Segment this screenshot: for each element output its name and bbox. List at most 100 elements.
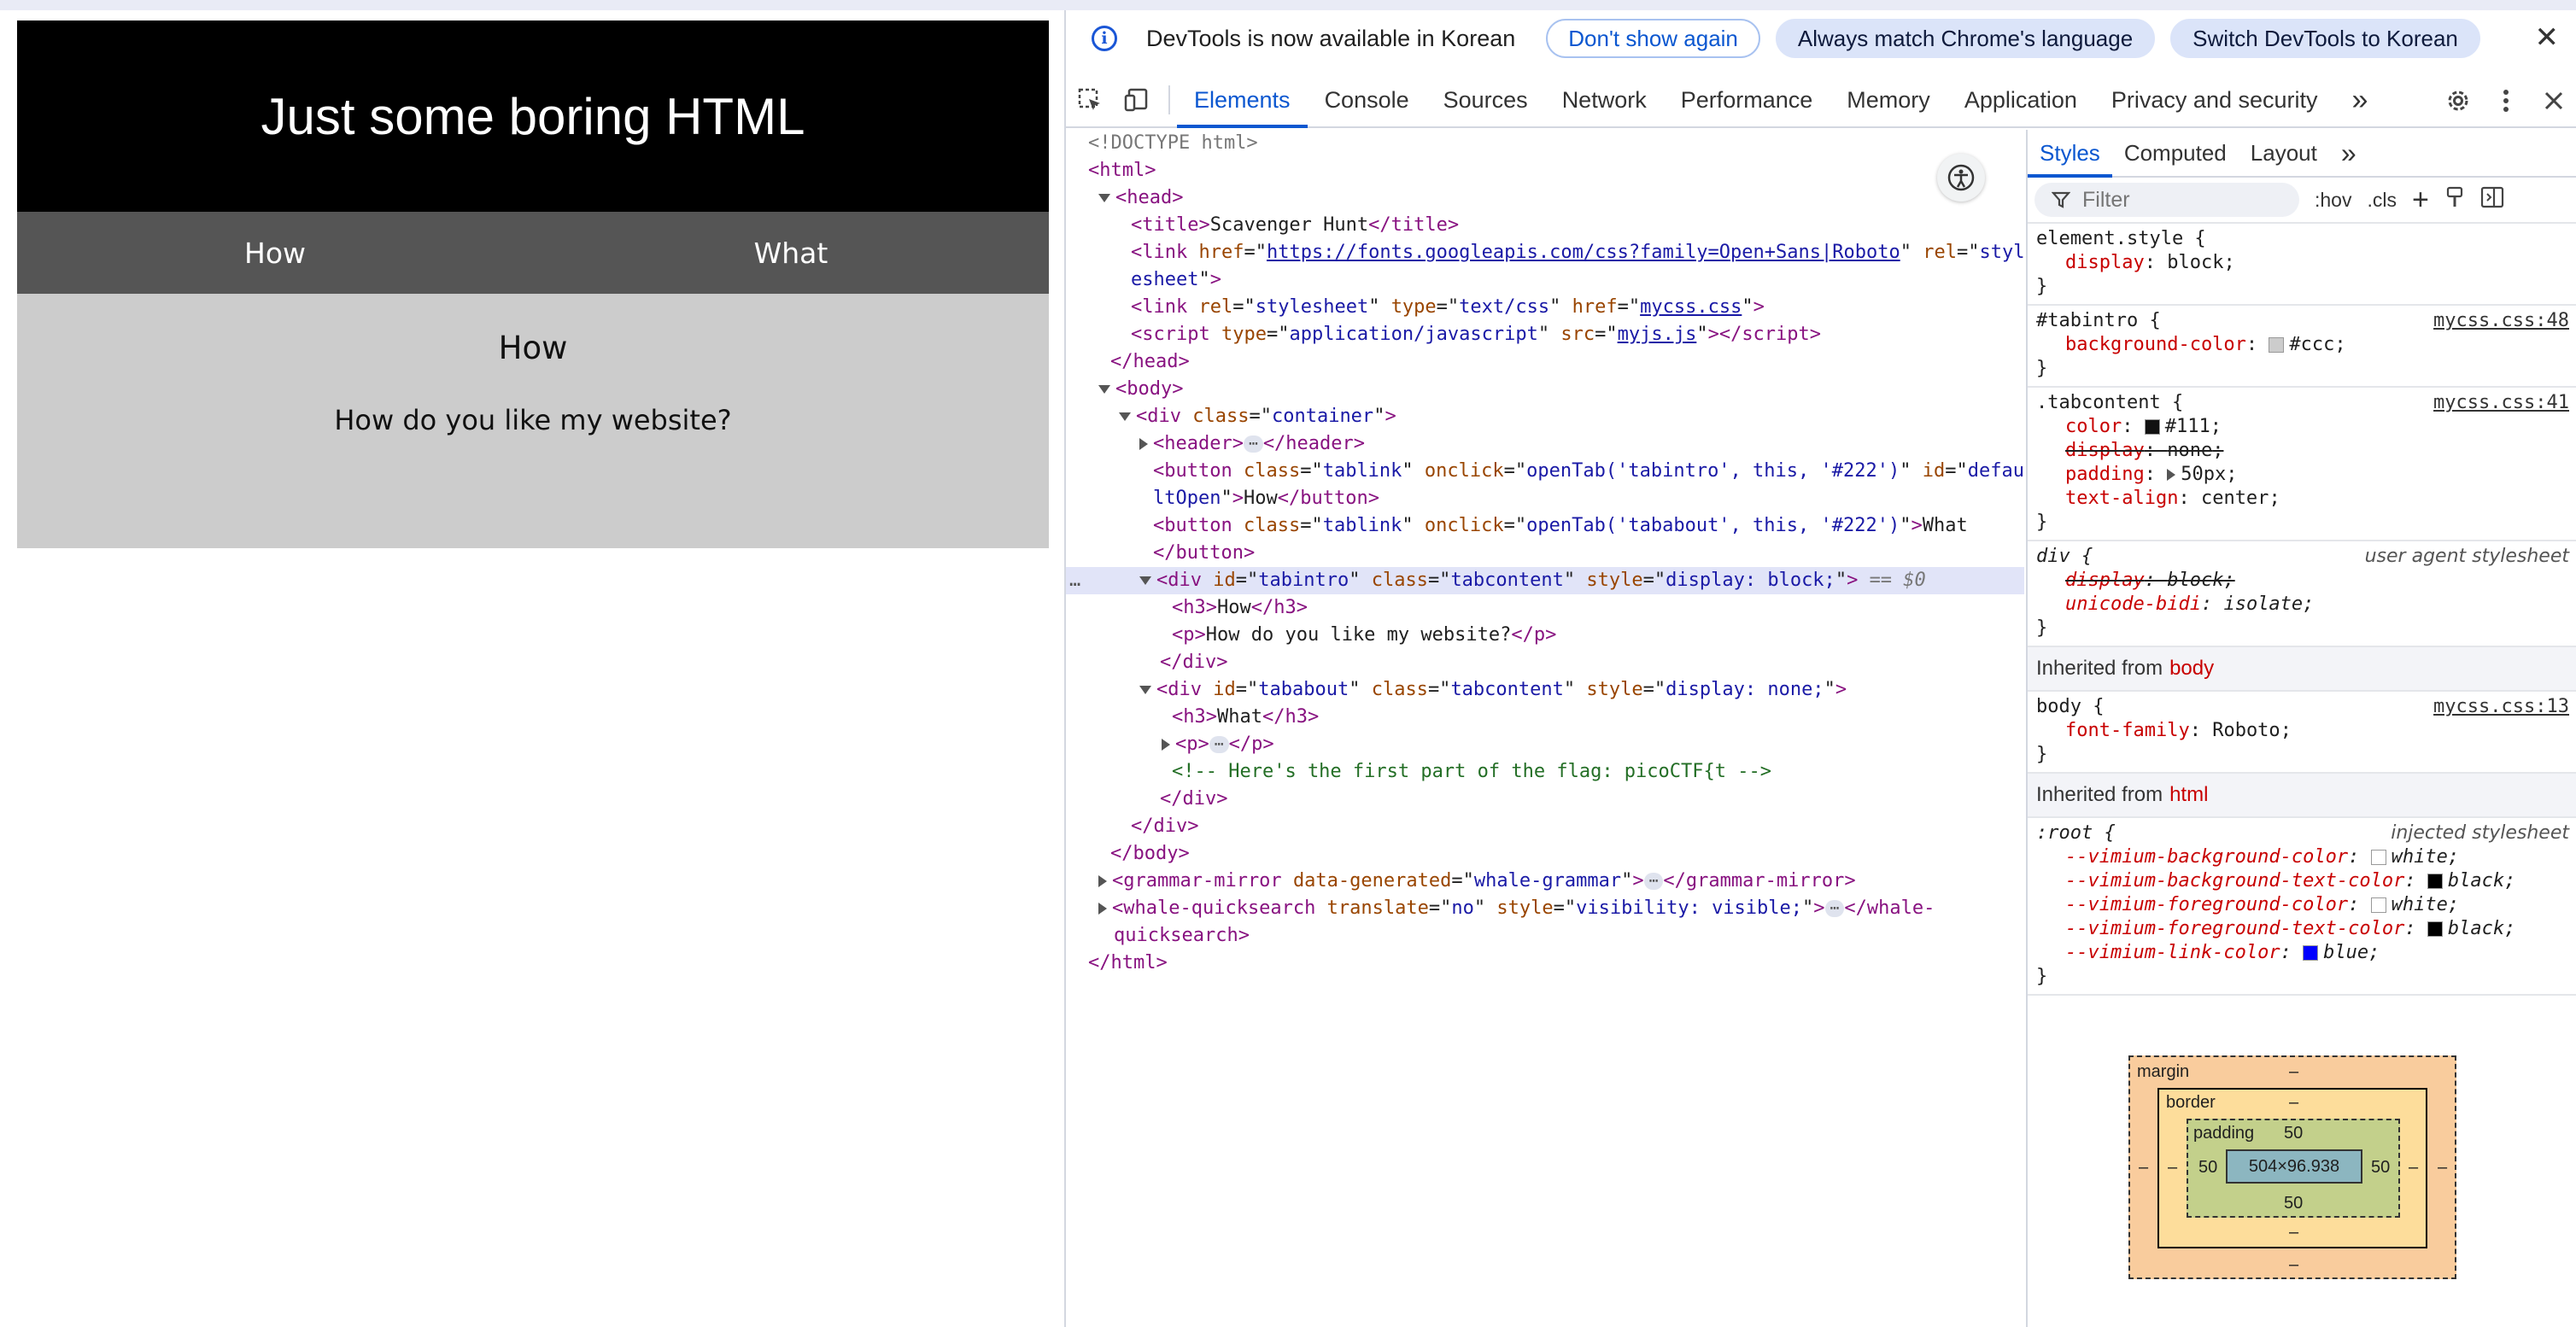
dom-button-what[interactable]: <button class="tablink" onclick="openTab… [1066,512,2024,540]
paint-brush-icon[interactable] [2444,186,2465,213]
color-swatch[interactable] [2144,419,2160,435]
dom-body-close[interactable]: </body> [1066,840,2024,868]
dom-p-how[interactable]: <p>How do you like my website?</p> [1066,622,2024,649]
expand-arrow-icon[interactable] [1098,875,1107,887]
tab-elements[interactable]: Elements [1177,73,1308,128]
dom-head-close[interactable]: </head> [1066,348,2024,376]
switch-to-korean-button[interactable]: Switch DevTools to Korean [2170,19,2480,58]
box-model-padding-left[interactable]: 50 [2198,1158,2217,1178]
tab-privacy-security[interactable]: Privacy and security [2094,73,2335,126]
expand-arrow-icon[interactable] [1162,739,1170,751]
color-swatch[interactable] [2370,897,2386,913]
infobar-close-icon[interactable]: ✕ [2535,22,2560,53]
elements-dom-tree[interactable]: <!DOCTYPE html> <html> <head> <title>Sca… [1066,130,2024,1327]
box-model-border-top[interactable]: – [2289,1093,2298,1113]
box-model-margin-top[interactable]: – [2289,1062,2298,1082]
close-devtools-icon[interactable] [2530,73,2576,128]
collapse-arrow-icon[interactable] [1098,194,1110,202]
box-model-margin-left[interactable]: – [2139,1158,2148,1178]
styles-filter-input[interactable] [2082,187,2296,213]
more-options-icon[interactable] [2482,73,2530,128]
box-model-border-left[interactable]: – [2168,1158,2177,1178]
dom-p-what[interactable]: <p> ⋯ </p> [1066,731,2024,758]
rule-root-injected[interactable]: injected stylesheet :root { --vimium-bac… [2028,818,2576,996]
dom-flag-comment[interactable]: <!-- Here's the first part of the flag: … [1066,758,2024,786]
collapsed-ellipsis[interactable]: ⋯ [1643,873,1664,890]
rule-tabintro[interactable]: mycss.css:48 #tabintro { background-colo… [2028,306,2576,388]
inspect-element-icon[interactable] [1066,73,1114,126]
box-model-padding-right[interactable]: 50 [2371,1158,2390,1178]
collapse-arrow-icon[interactable] [1119,412,1131,421]
dom-tabintro-selected[interactable]: … <div id="tabintro" class="tabcontent" s… [1066,567,2024,594]
dom-tababout-close[interactable]: </div> [1066,786,2024,813]
box-model-border-bottom[interactable]: – [2289,1223,2298,1242]
source-link-mycss-41[interactable]: mycss.css:41 [2433,391,2569,415]
dom-button-how[interactable]: <button class="tablink" onclick="openTab… [1066,458,2024,485]
rule-tabcontent[interactable]: mycss.css:41 .tabcontent { color: #111; … [2028,388,2576,541]
tab-styles[interactable]: Styles [2028,130,2112,178]
dom-html-open[interactable]: <html> [1066,157,2024,184]
collapse-arrow-icon[interactable] [1139,686,1151,694]
dom-html-close[interactable]: </html> [1066,950,2024,977]
source-link-mycss-13[interactable]: mycss.css:13 [2433,695,2569,719]
dom-title[interactable]: <title>Scavenger Hunt</title> [1066,212,2024,239]
site-tab-how[interactable]: How [17,212,533,294]
color-swatch[interactable] [2427,874,2443,889]
more-tabs-icon[interactable]: » [2335,73,2386,126]
tab-performance[interactable]: Performance [1664,73,1830,126]
row-options-dots[interactable]: … [1069,567,1080,594]
dom-button-what-close[interactable]: </button> [1066,540,2024,567]
device-toolbar-icon[interactable] [1114,73,1162,126]
box-model-padding[interactable]: padding 50 50 50 50 504×96.938 [2187,1119,2400,1218]
dom-container-close[interactable]: </div> [1066,813,2024,840]
collapse-arrow-icon[interactable] [1098,385,1110,394]
dom-link-fonts[interactable]: <link href="https://fonts.googleapis.com… [1066,239,2024,266]
box-model-padding-top[interactable]: 50 [2284,1124,2303,1143]
box-model-border-right[interactable]: – [2409,1158,2418,1178]
dom-link-fonts-wrap[interactable]: esheet"> [1066,266,2024,294]
rule-element-style[interactable]: element.style { display: block; } [2028,224,2576,306]
box-model-border[interactable]: border – – – – padding 50 50 50 50 504×9… [2157,1088,2427,1248]
box-model-margin-right[interactable]: – [2438,1158,2447,1178]
color-swatch[interactable] [2370,850,2386,865]
dom-script[interactable]: <script type="application/javascript" sr… [1066,321,2024,348]
dont-show-again-button[interactable]: Don't show again [1546,19,1760,58]
tab-memory[interactable]: Memory [1830,73,1947,126]
dom-link-mycss[interactable]: <link rel="stylesheet" type="text/css" h… [1066,294,2024,321]
settings-gear-icon[interactable] [2434,73,2482,128]
tab-layout[interactable]: Layout [2239,130,2329,176]
dom-header[interactable]: <header> ⋯ </header> [1066,430,2024,458]
source-link-mycss-48[interactable]: mycss.css:48 [2433,309,2569,333]
rule-div-user-agent[interactable]: user agent stylesheet div { display: blo… [2028,541,2576,647]
class-toggle[interactable]: .cls [2367,189,2397,212]
expand-arrow-icon[interactable] [1139,438,1148,450]
collapsed-ellipsis[interactable]: ⋯ [1243,436,1263,453]
expand-arrow-icon[interactable] [1098,903,1107,915]
dom-head-open[interactable]: <head> [1066,184,2024,212]
tab-computed[interactable]: Computed [2112,130,2239,176]
dom-h3-how[interactable]: <h3>How</h3> [1066,594,2024,622]
tab-network[interactable]: Network [1545,73,1664,126]
color-swatch[interactable] [2303,945,2319,961]
tab-console[interactable]: Console [1308,73,1426,126]
dom-button-how-wrap[interactable]: ltOpen">How</button> [1066,485,2024,512]
site-tab-what[interactable]: What [533,212,1049,294]
box-model-content-size[interactable]: 504×96.938 [2226,1149,2362,1184]
always-match-language-button[interactable]: Always match Chrome's language [1775,19,2156,58]
dom-container-open[interactable]: <div class="container"> [1066,403,2024,430]
box-model-diagram[interactable]: margin – – – – border – – – – padding 50… [2128,1055,2456,1279]
tab-sources[interactable]: Sources [1426,73,1545,126]
box-model-padding-bottom[interactable]: 50 [2284,1194,2303,1213]
hover-state-toggle[interactable]: :hov [2315,189,2351,212]
collapse-arrow-icon[interactable] [1139,576,1151,585]
dom-doctype[interactable]: <!DOCTYPE html> [1066,130,2024,157]
color-swatch[interactable] [2269,337,2285,353]
more-sidebar-tabs-icon[interactable]: » [2329,130,2368,176]
dom-body-open[interactable]: <body> [1066,376,2024,403]
new-style-rule-icon[interactable]: + [2412,184,2429,217]
dom-whale-quicksearch-wrap[interactable]: quicksearch> [1066,922,2024,950]
color-swatch[interactable] [2427,921,2443,937]
dom-tababout-open[interactable]: <div id="tababout" class="tabcontent" st… [1066,676,2024,704]
tab-application[interactable]: Application [1947,73,2094,126]
expand-arrow-icon[interactable] [2167,469,2176,481]
